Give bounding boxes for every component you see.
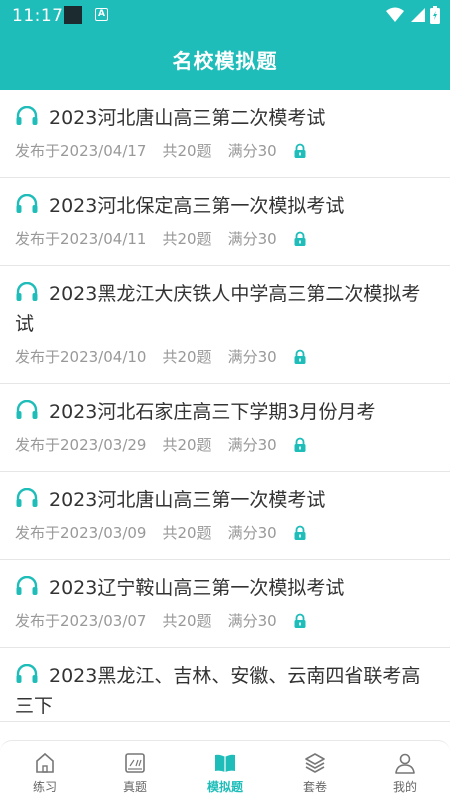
headphone-icon xyxy=(16,106,38,125)
exam-paper-icon xyxy=(125,753,145,773)
list-item[interactable]: 2023黑龙江大庆铁人中学高三第二次模拟考试 发布于2023/04/10 共20… xyxy=(0,266,450,384)
item-count: 共20题 xyxy=(162,230,212,248)
item-title: 2023河北唐山高三第一次模考试 xyxy=(49,489,326,511)
item-date: 发布于2023/03/07 xyxy=(15,612,147,630)
tab-label: 模拟题 xyxy=(206,780,243,794)
headphone-icon xyxy=(16,400,38,419)
list-item[interactable]: 2023河北唐山高三第二次模考试 发布于2023/04/17 共20题 满分30 xyxy=(0,90,450,178)
headphone-icon xyxy=(16,282,38,301)
item-count: 共20题 xyxy=(162,524,212,542)
status-icons xyxy=(386,6,440,24)
book-icon xyxy=(215,754,235,772)
item-score: 满分30 xyxy=(227,524,277,542)
lock-icon xyxy=(294,231,306,246)
item-count: 共20题 xyxy=(162,436,212,454)
tab-practice[interactable]: 练习 xyxy=(0,741,90,800)
status-bar: 11:17 A xyxy=(0,0,450,32)
layers-icon xyxy=(305,753,325,773)
tab-label: 练习 xyxy=(32,780,57,794)
list-item[interactable]: 2023河北石家庄高三下学期3月份月考 发布于2023/03/29 共20题 满… xyxy=(0,384,450,472)
item-score: 满分30 xyxy=(227,142,277,160)
item-title: 2023河北石家庄高三下学期3月份月考 xyxy=(49,401,376,423)
lock-icon xyxy=(294,143,306,158)
bottom-tab-bar: 练习 真题 模拟题 套卷 我的 xyxy=(0,740,450,800)
status-time: 11:17 xyxy=(12,6,64,26)
list-item[interactable]: 2023辽宁鞍山高三第一次模拟考试 发布于2023/03/07 共20题 满分3… xyxy=(0,560,450,648)
headphone-icon xyxy=(16,194,38,213)
item-date: 发布于2023/04/17 xyxy=(15,142,147,160)
tab-label: 套卷 xyxy=(302,780,327,794)
lock-icon xyxy=(294,613,306,628)
item-score: 满分30 xyxy=(227,348,277,366)
lock-icon xyxy=(294,349,306,364)
item-score: 满分30 xyxy=(227,612,277,630)
lock-icon xyxy=(294,525,306,540)
tab-label: 真题 xyxy=(122,780,147,794)
item-count: 共20题 xyxy=(162,348,212,366)
headphone-icon xyxy=(16,664,38,683)
list-item[interactable]: 2023黑龙江、吉林、安徽、云南四省联考高三下 xyxy=(0,648,450,722)
headphone-icon xyxy=(16,576,38,595)
signal-icon xyxy=(411,8,425,22)
lock-icon xyxy=(294,437,306,452)
page-title: 名校模拟题 xyxy=(0,32,450,90)
list-item[interactable]: 2023河北唐山高三第一次模考试 发布于2023/03/09 共20题 满分30 xyxy=(0,472,450,560)
item-title: 2023黑龙江大庆铁人中学高三第二次模拟考试 xyxy=(15,283,421,335)
tab-label: 我的 xyxy=(392,780,417,794)
item-date: 发布于2023/03/29 xyxy=(15,436,147,454)
exam-list[interactable]: 2023河北唐山高三第二次模考试 发布于2023/04/17 共20题 满分30… xyxy=(0,90,450,740)
tab-mine[interactable]: 我的 xyxy=(360,741,450,800)
item-date: 发布于2023/03/09 xyxy=(15,524,147,542)
item-date: 发布于2023/04/10 xyxy=(15,348,147,366)
tab-paper-set[interactable]: 套卷 xyxy=(270,741,360,800)
headphone-icon xyxy=(16,488,38,507)
item-title: 2023河北唐山高三第二次模考试 xyxy=(49,107,326,129)
item-title: 2023河北保定高三第一次模拟考试 xyxy=(49,195,345,217)
tab-mock-exam[interactable]: 模拟题 xyxy=(180,741,270,800)
item-title: 2023辽宁鞍山高三第一次模拟考试 xyxy=(49,577,345,599)
item-count: 共20题 xyxy=(162,612,212,630)
notification-a-icon: A xyxy=(95,8,108,21)
battery-icon xyxy=(430,6,440,24)
item-date: 发布于2023/04/11 xyxy=(15,230,147,248)
tab-real-exam[interactable]: 真题 xyxy=(90,741,180,800)
wifi-icon xyxy=(386,7,404,22)
user-icon xyxy=(395,753,415,774)
item-score: 满分30 xyxy=(227,230,277,248)
item-title: 2023黑龙江、吉林、安徽、云南四省联考高三下 xyxy=(15,665,421,717)
item-count: 共20题 xyxy=(162,142,212,160)
notification-square-icon xyxy=(64,6,82,24)
home-icon xyxy=(36,752,54,773)
item-score: 满分30 xyxy=(227,436,277,454)
list-item[interactable]: 2023河北保定高三第一次模拟考试 发布于2023/04/11 共20题 满分3… xyxy=(0,178,450,266)
